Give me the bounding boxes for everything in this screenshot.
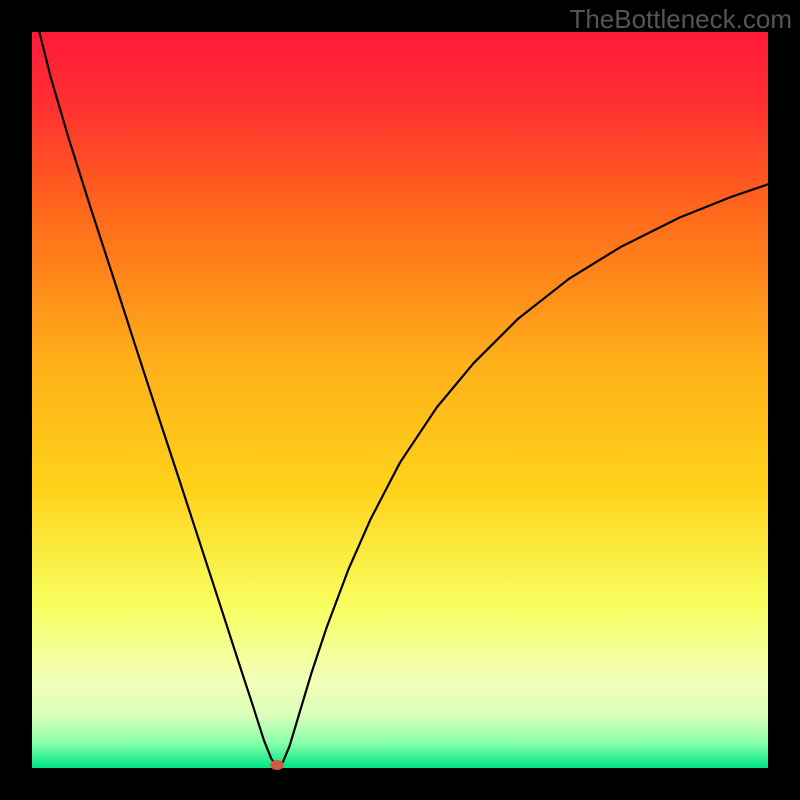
optimal-point-marker bbox=[270, 760, 284, 770]
watermark-text: TheBottleneck.com bbox=[569, 4, 792, 35]
chart-svg bbox=[0, 0, 800, 800]
plot-background bbox=[32, 32, 768, 768]
bottleneck-chart: TheBottleneck.com bbox=[0, 0, 800, 800]
